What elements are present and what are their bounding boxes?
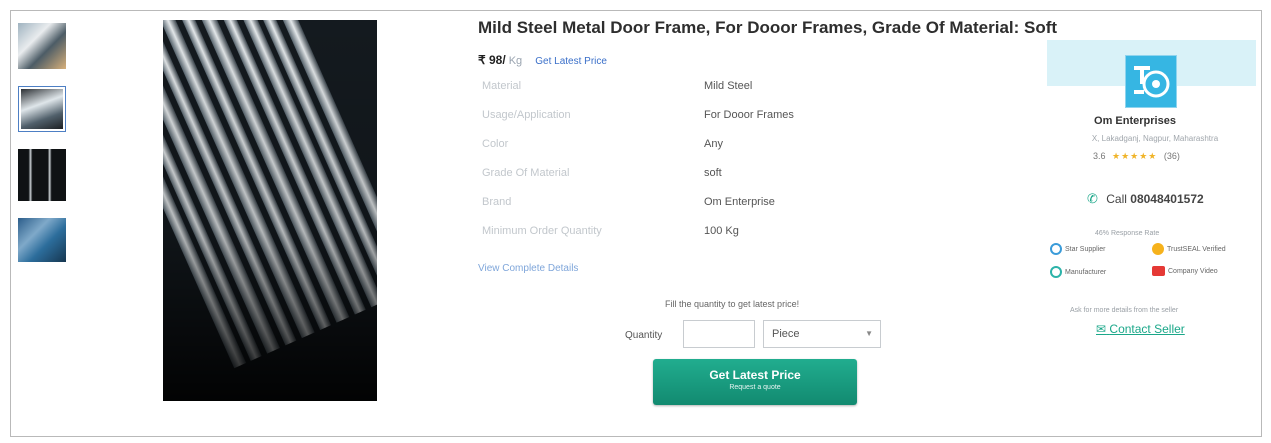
ask-seller-hint: Ask for more details from the seller: [1070, 307, 1179, 314]
call-label: Call: [1106, 192, 1127, 206]
spec-key: Brand: [482, 196, 512, 208]
rating-count: (36): [1163, 151, 1180, 161]
thumbnail-1[interactable]: [18, 23, 66, 69]
price-value: ₹ 98/: [478, 53, 506, 67]
spec-value: 100 Kg: [704, 225, 739, 237]
mail-icon: ✉: [1096, 322, 1107, 336]
badge-company-video[interactable]: Company Video: [1152, 266, 1218, 276]
spec-key: Material: [482, 80, 522, 92]
unit-select[interactable]: Piece ▼: [763, 320, 881, 348]
spec-value: Mild Steel: [704, 80, 753, 92]
thumbnail-3[interactable]: [18, 149, 66, 201]
seller-name[interactable]: Om Enterprises: [1075, 115, 1195, 127]
spec-key: Minimum Order Quantity: [482, 225, 602, 237]
spec-value: Any: [704, 138, 723, 150]
spec-value: Om Enterprise: [704, 196, 775, 208]
spec-value: soft: [704, 167, 722, 179]
star-supplier-icon: [1050, 243, 1062, 255]
price-row: ₹ 98/ Kg Get Latest Price: [478, 53, 607, 67]
call-seller-button[interactable]: ✆ Call 08048401572: [1087, 191, 1204, 207]
quantity-hint: Fill the quantity to get latest price!: [665, 299, 800, 309]
thumbnail-2-selected[interactable]: [18, 86, 66, 132]
spec-key: Color: [482, 138, 509, 150]
badge-trustseal: TrustSEAL Verified: [1152, 243, 1226, 255]
video-icon: [1152, 266, 1165, 276]
chevron-down-icon: ▼: [865, 329, 873, 338]
get-latest-price-link[interactable]: Get Latest Price: [535, 56, 607, 67]
main-product-image[interactable]: [163, 20, 377, 401]
contact-seller-link[interactable]: ✉ Contact Seller: [1096, 322, 1185, 336]
quantity-input[interactable]: [683, 320, 755, 348]
cta-sublabel: Request a quote: [729, 384, 781, 391]
spec-key: Grade Of Material: [482, 167, 570, 179]
trustseal-icon: [1152, 243, 1164, 255]
seller-rating[interactable]: 3.6 ★★★★★ (36): [1093, 151, 1180, 162]
rating-stars-icon: ★★★★★: [1112, 151, 1158, 161]
price-unit: Kg: [508, 55, 523, 67]
phone-number: 08048401572: [1130, 192, 1204, 206]
spec-value: For Dooor Frames: [704, 109, 794, 121]
thumbnail-strip: [18, 23, 70, 279]
view-complete-details-link[interactable]: View Complete Details: [478, 263, 578, 274]
seller-location: X, Lakadganj, Nagpur, Maharashtra: [1091, 134, 1219, 143]
spec-key: Usage/Application: [482, 109, 571, 121]
quantity-label: Quantity: [625, 330, 663, 341]
seller-logo[interactable]: [1125, 55, 1177, 108]
cta-label: Get Latest Price: [709, 368, 801, 382]
unit-select-value: Piece: [772, 328, 800, 340]
phone-icon: ✆: [1087, 191, 1098, 206]
manufacturer-icon: [1050, 266, 1062, 278]
badge-star-supplier: Star Supplier: [1050, 243, 1105, 255]
rating-value: 3.6: [1093, 151, 1106, 161]
contact-seller-label: Contact Seller: [1109, 322, 1185, 336]
response-rate: 46% Response Rate: [1095, 230, 1160, 237]
get-latest-price-button[interactable]: Get Latest Price Request a quote: [653, 359, 857, 405]
thumbnail-4[interactable]: [18, 218, 66, 262]
badge-manufacturer: Manufacturer: [1050, 266, 1106, 278]
product-title: Mild Steel Metal Door Frame, For Dooor F…: [478, 18, 1058, 37]
